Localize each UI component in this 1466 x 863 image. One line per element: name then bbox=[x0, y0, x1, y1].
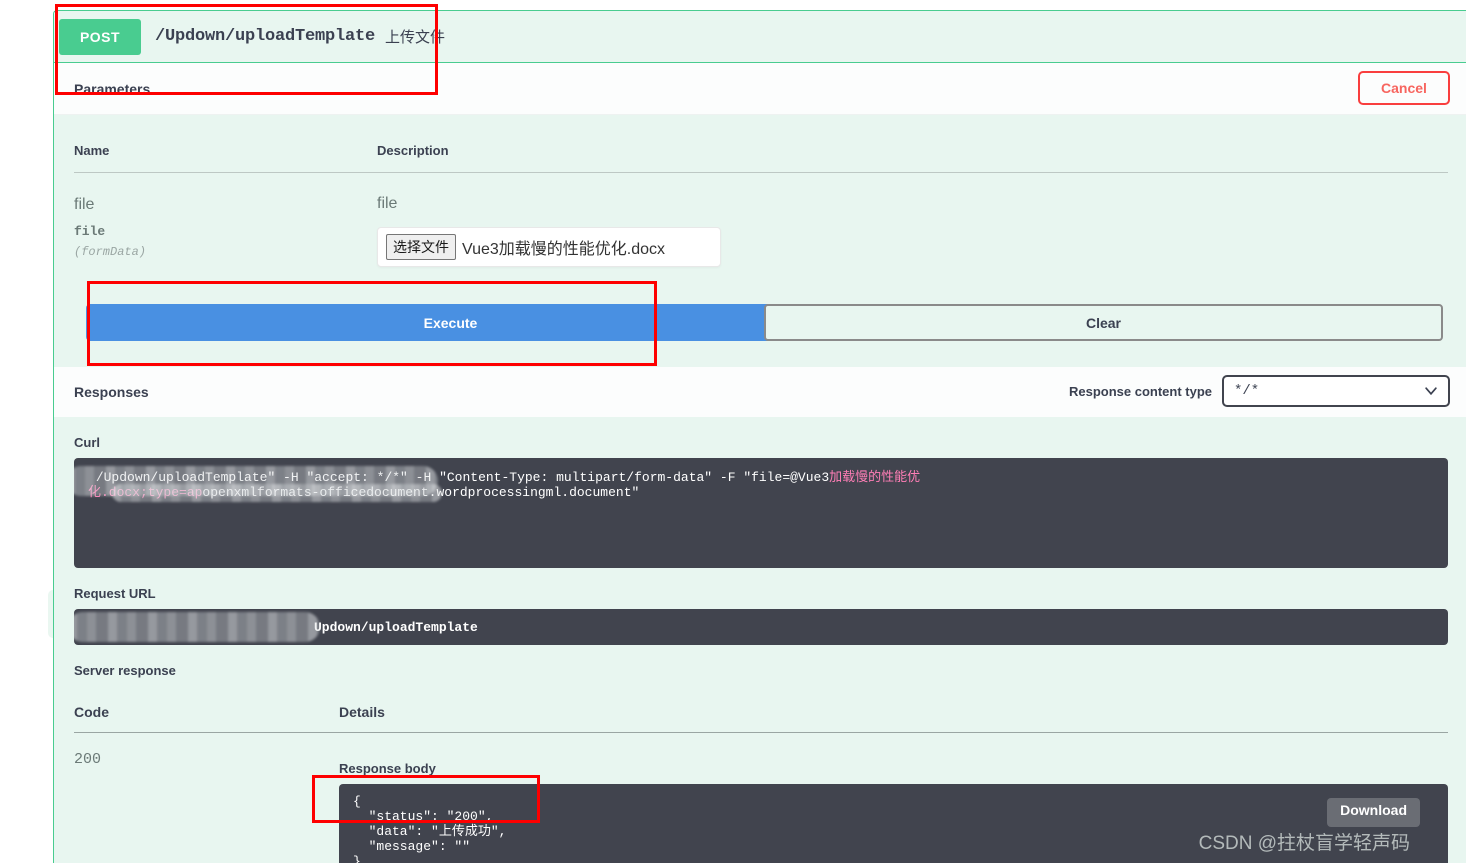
response-body-label: Response body bbox=[339, 761, 436, 776]
curl-label: Curl bbox=[74, 435, 100, 450]
operation-summary-bar[interactable]: POST /Updown/uploadTemplate 上传文件 bbox=[54, 11, 1466, 63]
response-body-block[interactable]: { "status": "200", "data": "上传成功", "mess… bbox=[339, 784, 1448, 863]
table-row: 200 Response body { "status": "200", "da… bbox=[74, 733, 1448, 863]
status-code: 200 bbox=[74, 751, 102, 768]
responses-label: Responses bbox=[74, 384, 149, 400]
parameter-description-cell: file 选择文件 Vue3加载慢的性能优化.docx bbox=[377, 173, 1448, 278]
chevron-down-icon bbox=[1425, 387, 1437, 396]
response-content-type-value: */* bbox=[1234, 383, 1260, 399]
operation-summary-description: 上传文件 bbox=[385, 29, 446, 46]
parameters-table: Name Description file file (formData) fi… bbox=[74, 115, 1448, 277]
file-upload-input[interactable]: 选择文件 Vue3加载慢的性能优化.docx bbox=[377, 227, 721, 267]
clear-button[interactable]: Clear bbox=[764, 304, 1443, 341]
column-header-name: Name bbox=[74, 115, 377, 173]
response-body-json: { "status": "200", "data": "上传成功", "mess… bbox=[353, 794, 507, 863]
responses-body: Curl /Updown/uploadTemplate" -H "accept:… bbox=[54, 417, 1466, 863]
parameter-type: file bbox=[74, 224, 106, 240]
request-url-label: Request URL bbox=[74, 586, 156, 601]
response-details-cell: Response body { "status": "200", "data":… bbox=[339, 733, 1448, 863]
parameter-location: (formData) bbox=[74, 245, 147, 260]
screenshot-root: POST /Updown/uploadTemplate 上传文件 Paramet… bbox=[0, 0, 1466, 863]
operation-block-post-upload-template: POST /Updown/uploadTemplate 上传文件 Paramet… bbox=[53, 10, 1466, 863]
parameters-label: Parameters bbox=[74, 80, 151, 97]
response-content-type-select[interactable]: */* bbox=[1222, 375, 1450, 407]
column-header-code: Code bbox=[74, 692, 339, 733]
redaction-overlay-curl-2 bbox=[112, 484, 442, 502]
curl-command-block[interactable]: /Updown/uploadTemplate" -H "accept: */*"… bbox=[74, 458, 1448, 568]
choose-file-button[interactable]: 选择文件 bbox=[386, 234, 456, 260]
download-button[interactable]: Download bbox=[1327, 798, 1420, 827]
response-content-type-label: Response content type bbox=[1068, 383, 1212, 399]
response-code-cell: 200 bbox=[74, 733, 339, 863]
curl-cjk-highlight: 加载慢的性能优 bbox=[829, 470, 921, 485]
parameters-header-row: Parameters Cancel bbox=[54, 63, 1466, 115]
parameter-name: file bbox=[74, 196, 95, 213]
server-response-table: Code Details 200 Response body { "status… bbox=[74, 692, 1448, 863]
execute-button[interactable]: Execute bbox=[86, 304, 815, 341]
parameters-table-header-row: Name Description bbox=[74, 115, 1448, 173]
execute-clear-row: Execute Clear bbox=[54, 277, 1466, 367]
request-url-block[interactable]: Updown/uploadTemplate bbox=[74, 609, 1448, 645]
server-response-label: Server response bbox=[74, 663, 176, 678]
http-method-badge: POST bbox=[59, 18, 141, 55]
parameter-description: file bbox=[377, 195, 398, 212]
column-header-description: Description bbox=[377, 115, 1448, 173]
cancel-button[interactable]: Cancel bbox=[1358, 71, 1450, 105]
parameters-body: Name Description file file (formData) fi… bbox=[54, 115, 1466, 277]
responses-header-row: Responses Response content type */* bbox=[54, 367, 1466, 417]
server-response-header-row: Code Details bbox=[74, 692, 1448, 733]
redaction-overlay-url bbox=[74, 612, 320, 642]
response-content-type-group: Response content type */* bbox=[1069, 375, 1450, 407]
selected-file-name: Vue3加载慢的性能优化.docx bbox=[462, 241, 666, 258]
parameter-name-cell: file file (formData) bbox=[74, 173, 377, 278]
table-row: file file (formData) file 选择文件 Vue3加载慢的性… bbox=[74, 173, 1448, 278]
operation-path: /Updown/uploadTemplate bbox=[155, 27, 376, 46]
column-header-details: Details bbox=[339, 692, 1448, 733]
